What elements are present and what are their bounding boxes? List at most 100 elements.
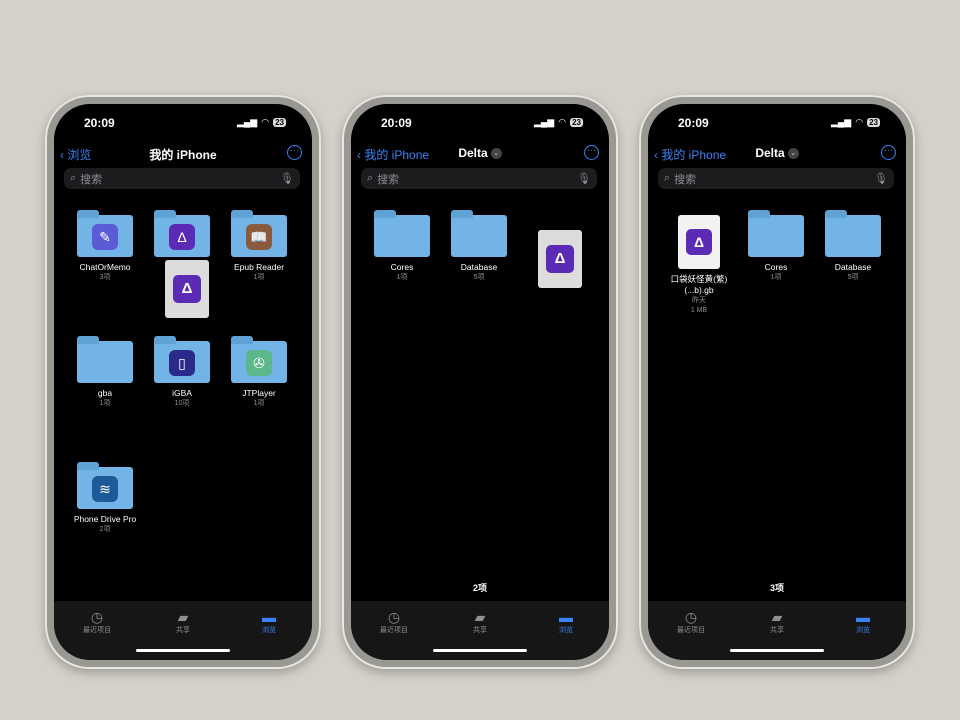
item-meta: 3项 — [99, 274, 111, 281]
folder-item[interactable]: Database 5项 — [441, 210, 517, 283]
item-name: Database — [460, 262, 498, 272]
search-input[interactable]: ⌕ 搜索 🎙 — [64, 168, 300, 189]
item-meta: 5项 — [473, 274, 485, 281]
item-name: Cores — [764, 262, 788, 272]
folder-icon: ✎ — [77, 210, 133, 257]
battery-icon: 23 — [867, 118, 880, 127]
chevron-down-icon[interactable]: ⌄ — [787, 148, 799, 160]
nav-title: 我的 iPhone — [149, 148, 217, 162]
file-item[interactable]: Δ 口袋妖怪黄(繁) (...b).gb 昨天 1 MB — [661, 215, 737, 316]
app-icon: ▯ — [169, 350, 195, 376]
folder-item[interactable]: ≋ Phone Drive Pro 2项 — [67, 462, 143, 535]
signal-icon: ▂▄▆ — [534, 117, 555, 127]
files-app: 20:09 ▂▄▆ ◠ 23 ‹ 浏览 我的 iPhone ··· ⌕ 搜索 🎙 ✎ Cha… — [54, 104, 312, 660]
wifi-icon: ◠ — [855, 117, 864, 127]
item-name: 口袋妖怪黄(繁) (...b).gb — [670, 274, 728, 295]
more-options-button[interactable]: ··· — [287, 145, 302, 160]
delta-icon: Δ — [546, 245, 574, 273]
folder-item[interactable]: ✇ JTPlayer 1项 — [221, 336, 297, 409]
tab-2[interactable]: ▬ 浏览 — [833, 609, 893, 660]
more-options-button[interactable]: ··· — [881, 145, 896, 160]
dynamic-island — [451, 114, 509, 130]
microphone-icon[interactable]: 🎙 — [577, 172, 591, 185]
folder-item[interactable]: ✎ ChatOrMemo 3项 — [67, 210, 143, 283]
tab-1[interactable]: ▰ 共享 — [153, 609, 213, 660]
search-input[interactable]: ⌕ 搜索 🎙 — [658, 168, 894, 189]
dragged-file[interactable]: Δ — [165, 260, 209, 318]
item-name: Phone Drive Pro — [73, 514, 137, 524]
folder-icon: 📖 — [231, 210, 287, 257]
home-indicator — [136, 649, 230, 652]
tab-1[interactable]: ▰ 共享 — [450, 609, 510, 660]
battery-icon: 23 — [273, 118, 286, 127]
item-count: 3项 — [769, 583, 784, 593]
signal-icon: ▂▄▆ — [831, 117, 852, 127]
phone-screen-2: 20:09 ▂▄▆ ◠ 23 ‹ 我的 iPhone Delta ⌄ ··· ⌕ 搜索 🎙… — [342, 95, 618, 669]
folder-item[interactable]: 📖 Epub Reader 1项 — [221, 210, 297, 283]
status-icons: ▂▄▆ ◠ 23 — [534, 117, 583, 128]
nav-title[interactable]: Delta ⌄ — [351, 146, 609, 160]
tab-0[interactable]: ◷ 最近项目 — [364, 609, 424, 660]
item-meta: 1项 — [396, 274, 408, 281]
item-name: ChatOrMemo — [79, 262, 131, 272]
item-name: Cores — [390, 262, 414, 272]
app-icon: ≋ — [92, 476, 118, 502]
file-size: 1 MB — [690, 307, 708, 314]
dynamic-island — [154, 114, 212, 130]
clock-icon: ◷ — [90, 609, 104, 625]
folder-item[interactable]: Cores 1项 — [738, 210, 814, 283]
folder-icon — [451, 210, 507, 257]
phone-screen-3: 20:09 ▂▄▆ ◠ 23 ‹ 我的 iPhone Delta ⌄ ··· ⌕ 搜索 🎙… — [639, 95, 915, 669]
wifi-icon: ◠ — [261, 117, 270, 127]
item-name: iGBA — [172, 388, 192, 398]
folder-item[interactable]: ▯ iGBA 10项 — [144, 336, 220, 409]
item-name: Database — [834, 262, 872, 272]
delta-icon: Δ — [173, 275, 201, 303]
dynamic-island — [748, 114, 806, 130]
signal-icon: ▂▄▆ — [237, 117, 258, 127]
app-icon: Δ — [169, 224, 195, 250]
app-icon: 📖 — [246, 224, 272, 250]
item-name: Epub Reader — [233, 262, 285, 272]
nav-title[interactable]: Delta ⌄ — [648, 146, 906, 160]
folder-icon: ▬ — [856, 609, 870, 625]
folder-item[interactable]: Database 5项 — [815, 210, 891, 283]
clock-icon: ◷ — [387, 609, 401, 625]
folder-icon — [748, 210, 804, 257]
item-name: JTPlayer — [242, 388, 276, 398]
chevron-down-icon[interactable]: ⌄ — [490, 148, 502, 160]
files-app: 20:09 ▂▄▆ ◠ 23 ‹ 我的 iPhone Delta ⌄ ··· ⌕ 搜索 🎙… — [351, 104, 609, 660]
item-meta: 1项 — [770, 274, 782, 281]
tab-2[interactable]: ▬ 浏览 — [536, 609, 596, 660]
status-time: 20:09 — [678, 116, 709, 130]
item-meta: 10项 — [174, 400, 190, 407]
item-count: 2项 — [472, 583, 487, 593]
tab-0[interactable]: ◷ 最近项目 — [661, 609, 721, 660]
dragged-file[interactable]: Δ — [538, 230, 582, 288]
search-icon: ⌕ — [70, 172, 77, 184]
item-meta: 1项 — [99, 400, 111, 407]
gb-file-icon: Δ — [678, 215, 720, 269]
search-icon: ⌕ — [367, 172, 374, 184]
tab-0[interactable]: ◷ 最近项目 — [67, 609, 127, 660]
app-icon: ✇ — [246, 350, 272, 376]
microphone-icon[interactable]: 🎙 — [280, 172, 294, 185]
item-meta: 昨天 — [692, 297, 706, 304]
folder-icon — [374, 210, 430, 257]
tab-1[interactable]: ▰ 共享 — [747, 609, 807, 660]
tab-2[interactable]: ▬ 浏览 — [239, 609, 299, 660]
battery-icon: 23 — [570, 118, 583, 127]
item-name: gba — [97, 388, 113, 398]
status-time: 20:09 — [84, 116, 115, 130]
more-options-button[interactable]: ··· — [584, 145, 599, 160]
folder-item[interactable]: gba 1项 — [67, 336, 143, 409]
files-app: 20:09 ▂▄▆ ◠ 23 ‹ 我的 iPhone Delta ⌄ ··· ⌕ 搜索 🎙… — [648, 104, 906, 660]
folder-icon: ▬ — [559, 609, 573, 625]
folder-item[interactable]: Cores 1项 — [364, 210, 440, 283]
home-indicator — [433, 649, 527, 652]
search-input[interactable]: ⌕ 搜索 🎙 — [361, 168, 597, 189]
wifi-icon: ◠ — [558, 117, 567, 127]
shared-folder-icon: ▰ — [771, 609, 783, 625]
folder-icon: ≋ — [77, 462, 133, 509]
microphone-icon[interactable]: 🎙 — [874, 172, 888, 185]
